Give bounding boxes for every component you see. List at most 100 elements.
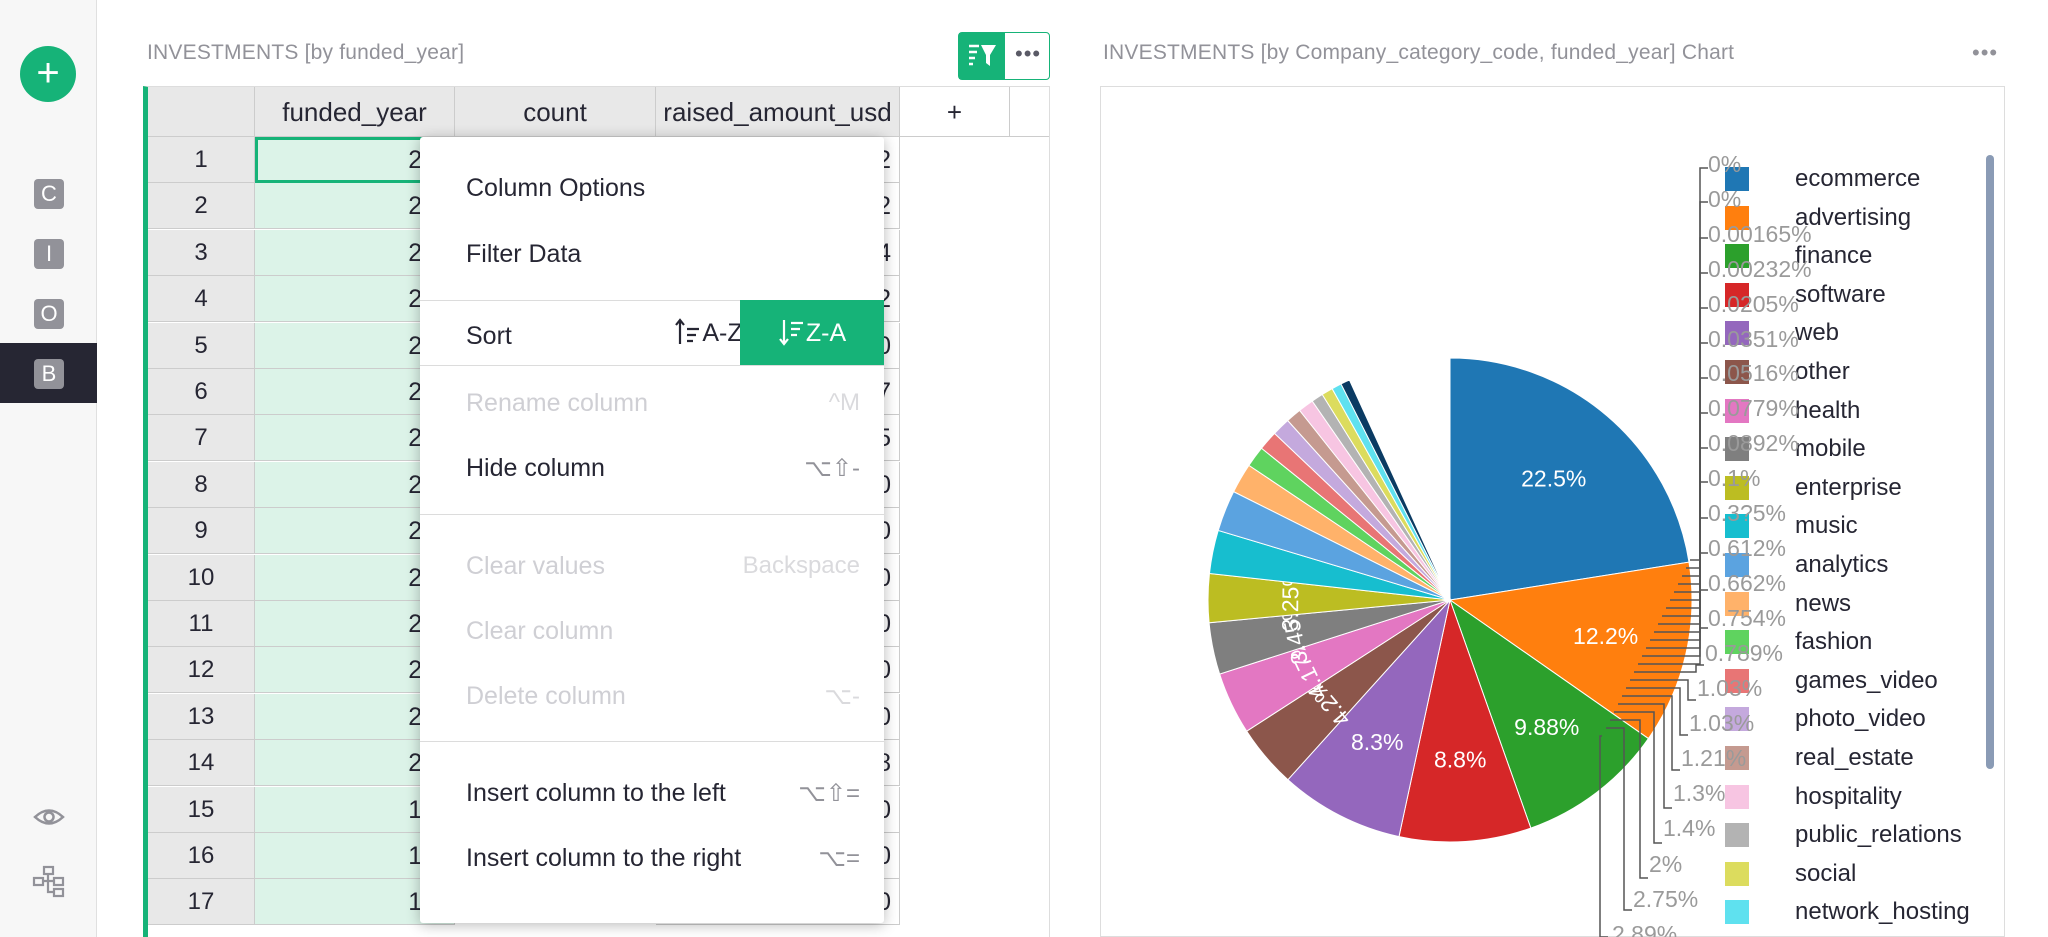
row-number[interactable]: 7 [148,415,255,462]
slice-percent-label: 0.00232% [1708,256,1812,282]
legend-swatch[interactable] [1725,823,1749,848]
hide-shortcut: ⌥⇧- [804,455,860,482]
chart-more-icon[interactable]: ••• [1972,40,1998,66]
legend-item-network-hosting[interactable]: network_hosting [1795,898,1970,926]
page-item-b[interactable]: B [0,343,97,403]
page-icon-i: I [34,239,64,269]
row-number[interactable]: 12 [148,647,255,694]
sort-ascending-label: A-Z [702,319,743,347]
row-number[interactable]: 17 [148,879,255,926]
legend-item-public-relations[interactable]: public_relations [1795,821,1962,849]
sort-descending-label: Z-A [805,319,847,347]
row-number[interactable]: 14 [148,740,255,787]
add-column-button[interactable]: + [900,87,1010,137]
legend-item-fashion[interactable]: fashion [1795,628,1872,656]
sort-filter-button[interactable] [959,33,1005,79]
column-context-menu: Column Options Filter Data Sort A-Z Z-A … [420,137,884,923]
slice-percent-label: 0.662% [1708,570,1787,596]
column-header-raised-amount-usd[interactable]: raised_amount_usd [656,87,900,137]
legend-item-hospitality[interactable]: hospitality [1795,783,1902,811]
row-number[interactable]: 11 [148,601,255,647]
slice-percent-label: 0.612% [1708,535,1787,561]
page-item-c[interactable]: C [0,163,97,223]
legend-item-news[interactable]: news [1795,590,1851,618]
row-number[interactable]: 2 [148,183,255,230]
slice-percent-label: 2.75% [1633,886,1699,912]
page-icon-c: C [34,179,64,209]
slice-percent-label: 1.03% [1697,675,1763,701]
menu-item-column-options[interactable]: Column Options [466,174,645,203]
column-header-count[interactable]: count [455,87,656,137]
sort-filter-icon [969,44,996,66]
legend-swatch[interactable] [1725,784,1749,809]
slice-percent-label: 1.03% [1689,710,1755,736]
table-more-icon[interactable]: ••• [1015,41,1041,67]
legend-item-music[interactable]: music [1795,512,1858,540]
menu-divider [420,514,884,515]
menu-item-delete-column: Delete column [466,682,626,710]
sort-ascending-icon [675,318,700,344]
slice-percent-label: 0% [1708,151,1742,177]
row-number[interactable]: 6 [148,369,255,415]
table-widget-actions: ••• [958,32,1050,80]
menu-item-insert-right[interactable]: Insert column to the right [466,844,741,873]
slice-percent-label: 1.21% [1681,745,1747,771]
legend-item-health[interactable]: health [1795,397,1860,425]
column-header-funded-year[interactable]: funded_year [255,87,455,137]
menu-divider [420,365,884,366]
row-number[interactable]: 10 [148,554,255,601]
page-item-o[interactable]: O [0,283,97,343]
row-number[interactable]: 13 [148,693,255,740]
eye-icon[interactable] [32,800,66,834]
row-number[interactable]: 1 [148,137,255,183]
menu-item-clear-values: Clear values [466,552,605,580]
header-filler [1010,87,1049,137]
row-number[interactable]: 5 [148,322,255,369]
page-item-i[interactable]: I [0,223,97,283]
legend-item-real-estate[interactable]: real_estate [1795,744,1914,772]
legend-item-analytics[interactable]: analytics [1795,551,1888,579]
slice-percent-label: 0.0205% [1708,291,1799,317]
row-number[interactable]: 16 [148,833,255,879]
legend-item-photo-video[interactable]: photo_video [1795,705,1926,733]
slice-percent-label: 0.789% [1705,640,1784,666]
menu-item-hide-column[interactable]: Hide column [466,454,605,483]
slice-percent-label: 0.754% [1708,605,1787,631]
row-number[interactable]: 15 [148,786,255,833]
slice-percent-label: 0.0779% [1708,395,1799,421]
legend-item-social[interactable]: social [1795,860,1856,888]
table-widget-title: INVESTMENTS [by funded_year] [147,41,465,64]
legend-swatch[interactable] [1725,900,1749,925]
row-number[interactable]: 8 [148,461,255,508]
legend-item-software[interactable]: software [1795,281,1886,309]
slice-percent-label: 0.0351% [1708,326,1799,352]
row-number[interactable]: 3 [148,229,255,276]
legend-item-web[interactable]: web [1795,319,1839,347]
page-icon-b: B [34,359,64,389]
legend-item-other[interactable]: other [1795,358,1850,386]
legend-item-mobile[interactable]: mobile [1795,435,1866,463]
legend-item-enterprise[interactable]: enterprise [1795,474,1902,502]
slice-percent-label: 0.00165% [1708,221,1812,247]
page-icon-o: O [34,299,64,329]
legend-item-games-video[interactable]: games_video [1795,667,1938,695]
legend-item-ecommerce[interactable]: ecommerce [1795,165,1920,193]
menu-item-insert-left[interactable]: Insert column to the left [466,779,726,808]
rename-shortcut: ^M [828,389,860,416]
sort-descending-button[interactable]: Z-A [740,300,884,366]
legend-item-advertising[interactable]: advertising [1795,204,1911,232]
add-new-button[interactable]: + [20,46,76,102]
chart-widget-title: INVESTMENTS [by Company_category_code, f… [1103,41,1735,64]
slice-percent-label: 0.3?5% [1708,500,1787,526]
legend-scrollbar[interactable] [1986,155,1994,769]
legend-swatch[interactable] [1725,861,1749,886]
delete-shortcut: ⌥- [824,683,860,710]
row-number[interactable]: 4 [148,276,255,323]
menu-divider [420,741,884,742]
menu-item-rename-column: Rename column [466,389,649,417]
clear-values-shortcut: Backspace [742,552,860,579]
widget-tree-icon[interactable] [32,864,66,898]
menu-item-filter-data[interactable]: Filter Data [466,240,581,269]
app-window: + C I O B INVESTMENTS [by funded_year] •… [0,0,2048,937]
row-number[interactable]: 9 [148,508,255,555]
